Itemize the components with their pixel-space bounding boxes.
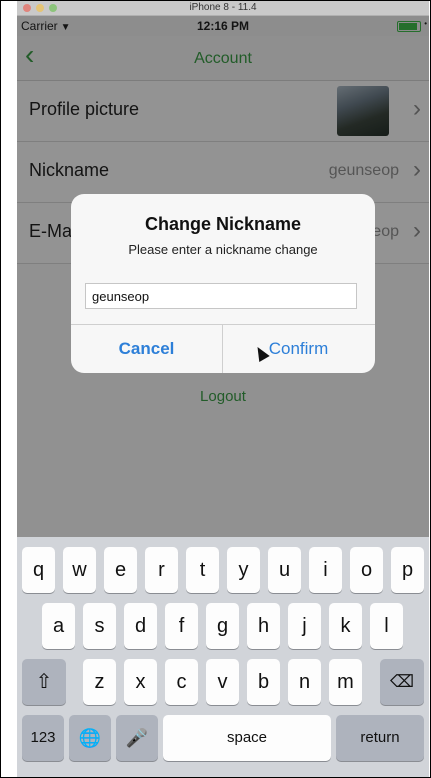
key-x[interactable]: x: [124, 659, 157, 705]
globe-key[interactable]: 🌐: [69, 715, 111, 761]
key-z[interactable]: z: [83, 659, 116, 705]
delete-key[interactable]: ⌫: [380, 659, 424, 705]
key-t[interactable]: t: [186, 547, 219, 593]
iphone-screen: iPhone 8 - 11.4 Carrier ▼ 12:16 PM • ‹ Ac…: [17, 1, 429, 777]
screenshot-frame: iPhone 8 - 11.4 Carrier ▼ 12:16 PM • ‹ Ac…: [0, 0, 431, 778]
key-o[interactable]: o: [350, 547, 383, 593]
key-m[interactable]: m: [329, 659, 362, 705]
space-key[interactable]: space: [163, 715, 331, 761]
key-n[interactable]: n: [288, 659, 321, 705]
key-l[interactable]: l: [370, 603, 403, 649]
shift-icon: ⇧: [35, 671, 53, 693]
key-b[interactable]: b: [247, 659, 280, 705]
key-i[interactable]: i: [309, 547, 342, 593]
shift-key[interactable]: ⇧: [22, 659, 66, 705]
keyboard: q w e r t y u i o p a s d f g h j k l ⇧ …: [17, 537, 429, 777]
dialog-message: Please enter a nickname change: [128, 242, 318, 257]
key-p[interactable]: p: [391, 547, 424, 593]
dictation-key[interactable]: 🎤: [116, 715, 158, 761]
numbers-key[interactable]: 123: [22, 715, 64, 761]
dialog-title: Change Nickname: [144, 214, 302, 234]
key-v[interactable]: v: [206, 659, 239, 705]
key-c[interactable]: c: [165, 659, 198, 705]
nickname-input[interactable]: [85, 283, 357, 309]
cancel-button[interactable]: Cancel: [71, 325, 222, 373]
key-j[interactable]: j: [288, 603, 321, 649]
backspace-icon: ⌫: [389, 672, 415, 691]
key-r[interactable]: r: [145, 547, 178, 593]
key-e[interactable]: e: [104, 547, 137, 593]
key-f[interactable]: f: [165, 603, 198, 649]
simulator-title: iPhone 8 - 11.4: [189, 2, 257, 13]
key-s[interactable]: s: [83, 603, 116, 649]
key-q[interactable]: q: [22, 547, 55, 593]
key-d[interactable]: d: [124, 603, 157, 649]
simulator-title-bar: iPhone 8 - 11.4: [17, 1, 429, 16]
key-k[interactable]: k: [329, 603, 362, 649]
key-y[interactable]: y: [227, 547, 260, 593]
key-h[interactable]: h: [247, 603, 280, 649]
key-g[interactable]: g: [206, 603, 239, 649]
globe-icon: 🌐: [78, 728, 102, 748]
change-nickname-dialog: Change Nickname Please enter a nickname …: [71, 194, 375, 373]
key-w[interactable]: w: [63, 547, 96, 593]
confirm-button[interactable]: Confirm: [223, 325, 374, 373]
return-key[interactable]: return: [336, 715, 424, 761]
microphone-icon: 🎤: [125, 728, 149, 748]
key-a[interactable]: a: [42, 603, 75, 649]
key-u[interactable]: u: [268, 547, 301, 593]
